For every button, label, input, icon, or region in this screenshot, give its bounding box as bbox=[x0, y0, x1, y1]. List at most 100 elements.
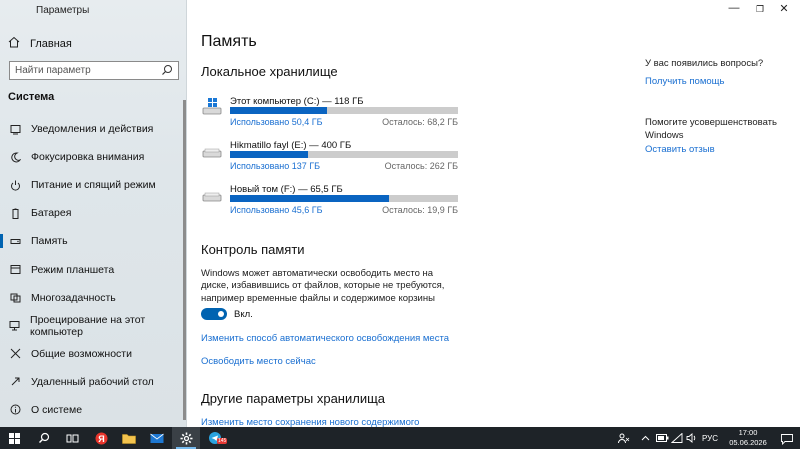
sidebar-item-remote-desktop[interactable]: Удаленный рабочий стол bbox=[0, 368, 187, 396]
sidebar-item-storage[interactable]: Память bbox=[0, 227, 187, 255]
search-icon[interactable] bbox=[161, 64, 173, 79]
close-button[interactable]: ✕ bbox=[774, 2, 794, 15]
used-space: Использовано 45,6 ГБ bbox=[230, 205, 323, 215]
sidebar-item-shared[interactable]: Общие возможности bbox=[0, 340, 187, 368]
sidebar-item-label: Батарея bbox=[31, 207, 72, 220]
mail-taskbar[interactable] bbox=[143, 427, 171, 449]
yandex-icon: Я bbox=[95, 432, 107, 444]
taskbar: Я 145 РУС 17:00 05.06.2026 bbox=[0, 427, 800, 449]
tablet-icon bbox=[9, 264, 21, 276]
projecting-icon bbox=[9, 320, 20, 332]
people-icon[interactable] bbox=[618, 427, 630, 449]
other-storage-heading: Другие параметры хранилища bbox=[201, 391, 386, 406]
free-space-now-link[interactable]: Освободить место сейчас bbox=[201, 356, 316, 367]
get-help-link[interactable]: Получить помощь bbox=[645, 76, 724, 87]
sidebar-item-tablet[interactable]: Режим планшета bbox=[0, 255, 187, 283]
usage-bar bbox=[230, 151, 458, 158]
sidebar-item-label: Удаленный рабочий стол bbox=[31, 375, 154, 388]
free-space: Осталось: 68,2 ГБ bbox=[382, 117, 458, 127]
volume-icon[interactable] bbox=[686, 427, 698, 449]
home-icon bbox=[8, 36, 20, 51]
home-label: Главная bbox=[30, 37, 72, 50]
free-space: Осталось: 19,9 ГБ bbox=[382, 205, 458, 215]
local-storage-heading: Локальное хранилище bbox=[201, 64, 338, 79]
language-indicator[interactable]: РУС bbox=[702, 427, 718, 449]
sidebar-item-label: Общие возможности bbox=[31, 347, 132, 360]
usage-bar bbox=[230, 107, 458, 114]
sidebar: Параметры Главная Найти параметр Система… bbox=[0, 0, 187, 427]
used-space: Использовано 50,4 ГБ bbox=[230, 117, 323, 127]
help-question: У вас появились вопросы? bbox=[645, 58, 764, 69]
sidebar-item-label: Питание и спящий режим bbox=[31, 179, 156, 192]
sidebar-item-label: Память bbox=[31, 235, 68, 248]
battery-icon bbox=[9, 207, 21, 219]
sidebar-item-projecting[interactable]: Проецирование на этот компьютер bbox=[0, 312, 187, 340]
power-icon bbox=[9, 179, 21, 191]
windows-logo-icon bbox=[8, 432, 20, 444]
system-clock[interactable]: 17:00 05.06.2026 bbox=[722, 428, 774, 448]
windows-drive-icon bbox=[202, 98, 222, 121]
maximize-button[interactable]: ❐ bbox=[750, 4, 770, 15]
shared-icon bbox=[9, 348, 21, 360]
drive-icon bbox=[202, 186, 222, 209]
search-icon bbox=[39, 432, 50, 443]
window-title: Параметры bbox=[36, 5, 90, 16]
sidebar-item-notifications[interactable]: Уведомления и действия bbox=[0, 115, 187, 143]
section-heading: Система bbox=[8, 91, 55, 103]
main-content: Память Локальное хранилище Этот компьюте… bbox=[187, 0, 800, 427]
clock-date: 05.06.2026 bbox=[729, 438, 767, 447]
give-feedback-link[interactable]: Оставить отзыв bbox=[645, 144, 715, 155]
telegram-taskbar[interactable]: 145 bbox=[201, 427, 229, 449]
sidebar-item-about[interactable]: О системе bbox=[0, 396, 187, 424]
change-save-location-link[interactable]: Изменить место сохранения нового содержи… bbox=[201, 417, 419, 427]
action-center-icon[interactable] bbox=[781, 432, 793, 449]
configure-storage-sense-link[interactable]: Изменить способ автоматического освобожд… bbox=[201, 333, 449, 344]
improve-windows-text: Помогите усовершенствовать Windows bbox=[645, 117, 777, 141]
storage-sense-toggle[interactable] bbox=[201, 308, 227, 320]
task-view-button[interactable] bbox=[58, 427, 86, 449]
wifi-icon[interactable] bbox=[671, 427, 683, 449]
usage-bar-fill bbox=[230, 195, 389, 202]
clock-time: 17:00 bbox=[738, 428, 758, 437]
chevron-up-icon[interactable] bbox=[641, 427, 650, 449]
home-link[interactable]: Главная bbox=[8, 36, 72, 51]
search-placeholder: Найти параметр bbox=[15, 65, 91, 76]
battery-tray-icon[interactable] bbox=[656, 427, 669, 449]
toggle-label: Вкл. bbox=[234, 309, 253, 320]
start-button[interactable] bbox=[0, 427, 28, 449]
drive-name: Новый том (F:) — 65,5 ГБ bbox=[230, 184, 343, 195]
sidebar-item-power[interactable]: Питание и спящий режим bbox=[0, 171, 187, 199]
remote-desktop-icon bbox=[9, 376, 21, 388]
sidebar-item-multitasking[interactable]: Многозадачность bbox=[0, 284, 187, 312]
usage-bar bbox=[230, 195, 458, 202]
taskbar-search-button[interactable] bbox=[30, 427, 58, 449]
sidebar-item-label: Фокусировка внимания bbox=[31, 151, 145, 164]
mail-icon bbox=[150, 433, 164, 443]
sidebar-item-label: Проецирование на этот компьютер bbox=[30, 313, 146, 338]
folder-icon bbox=[122, 433, 136, 444]
storage-icon bbox=[9, 235, 21, 247]
page-title: Память bbox=[201, 33, 257, 50]
notifications-icon bbox=[9, 123, 21, 135]
multitask-icon bbox=[9, 292, 21, 304]
task-view-icon bbox=[66, 434, 78, 442]
sidebar-item-focus[interactable]: Фокусировка внимания bbox=[0, 143, 187, 171]
sidebar-item-label: Режим планшета bbox=[31, 263, 115, 276]
storage-sense-heading: Контроль памяти bbox=[201, 242, 305, 257]
drive-icon bbox=[202, 142, 222, 165]
file-explorer-taskbar[interactable] bbox=[115, 427, 143, 449]
settings-taskbar[interactable] bbox=[172, 427, 200, 449]
minimize-button[interactable]: — bbox=[724, 2, 744, 14]
gear-icon bbox=[180, 432, 192, 444]
yandex-browser-taskbar[interactable]: Я bbox=[87, 427, 115, 449]
telegram-badge: 145 bbox=[217, 438, 228, 444]
moon-icon bbox=[9, 151, 21, 163]
sidebar-scrollbar[interactable] bbox=[183, 100, 186, 420]
search-input[interactable]: Найти параметр bbox=[9, 61, 179, 80]
sidebar-item-label: Уведомления и действия bbox=[31, 123, 154, 136]
drive-name: Этот компьютер (C:) — 118 ГБ bbox=[230, 96, 364, 107]
sidebar-item-battery[interactable]: Батарея bbox=[0, 199, 187, 227]
drive-name: Hikmatillo fayl (E:) — 400 ГБ bbox=[230, 140, 352, 151]
svg-text:Я: Я bbox=[98, 434, 104, 444]
storage-sense-description: Windows может автоматически освободить м… bbox=[201, 268, 445, 304]
